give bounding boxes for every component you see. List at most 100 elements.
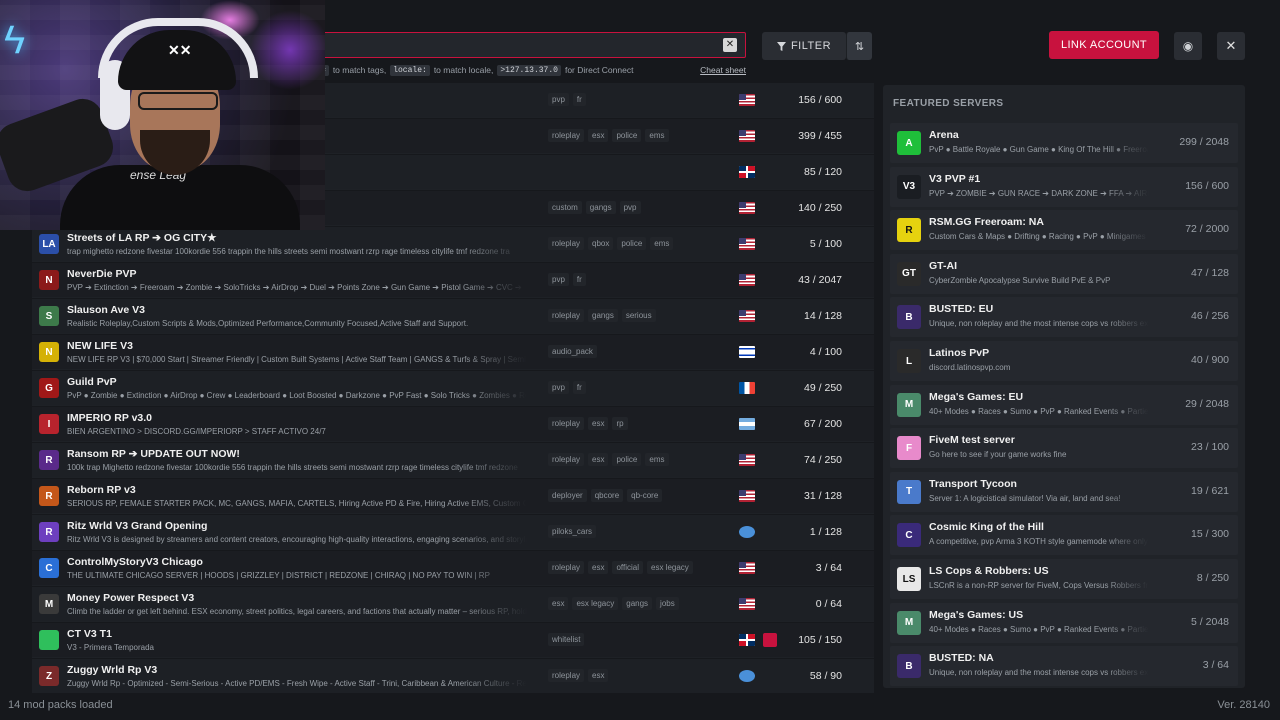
server-tag[interactable]: fr bbox=[572, 273, 586, 286]
server-tag[interactable]: esx bbox=[588, 561, 609, 574]
server-row[interactable]: R Ransom RP ➔ UPDATE OUT NOW! 100k trap Mi… bbox=[32, 443, 874, 478]
server-tag[interactable]: ems bbox=[650, 237, 674, 250]
featured-server-row[interactable]: M Mega's Games: US 40+ Modes ● Races ● Sum… bbox=[890, 602, 1238, 643]
server-tag[interactable]: roleplay bbox=[548, 417, 585, 430]
featured-server-row[interactable]: F FiveM test server Go here to see if your… bbox=[890, 428, 1238, 469]
server-tag[interactable]: esx bbox=[548, 597, 569, 610]
server-row[interactable]: C ControlMyStoryV3 Chicago THE ULTIMATE CH… bbox=[32, 551, 874, 586]
server-tag[interactable]: gangs bbox=[585, 201, 616, 214]
server-tag[interactable]: esx legacy bbox=[647, 561, 693, 574]
server-tag[interactable]: police bbox=[612, 453, 642, 466]
server-tag[interactable]: qb-core bbox=[627, 489, 663, 502]
server-tag[interactable]: esx legacy bbox=[572, 597, 619, 610]
featured-server-row[interactable]: A Arena PvP ● Battle Royale ● Gun Game ● K… bbox=[890, 123, 1238, 163]
server-row[interactable]: CT V3 T1 V3 - Primera Temporada whitelist 1… bbox=[32, 623, 874, 658]
featured-server-row[interactable]: C Cosmic King of the Hill A competitive, p… bbox=[890, 515, 1238, 556]
server-tag[interactable]: pvp bbox=[548, 273, 569, 286]
search-input[interactable] bbox=[319, 33, 745, 57]
server-tag[interactable]: ems bbox=[645, 129, 669, 142]
server-tag[interactable]: police bbox=[617, 237, 647, 250]
featured-server-row[interactable]: LS LS Cops & Robbers: US LSCnR is a non-RP… bbox=[890, 559, 1238, 599]
server-tag[interactable]: piloks_cars bbox=[548, 525, 597, 538]
server-tag[interactable]: roleplay bbox=[548, 309, 585, 322]
featured-server-row[interactable]: V3 V3 PVP #1 PVP ➔ ZOMBIE ➔ GUN RACE ➔ DAR… bbox=[890, 166, 1238, 207]
country-flag-icon bbox=[739, 94, 755, 106]
server-tag[interactable]: gangs bbox=[622, 597, 653, 610]
server-tag[interactable]: roleplay bbox=[548, 129, 585, 142]
server-row[interactable]: LA Streets of LA RP ➔ OG CITY★ trap mighet… bbox=[32, 227, 874, 262]
server-tag[interactable]: fr bbox=[572, 93, 586, 106]
server-row[interactable]: G Guild PvP PvP ● Zombie ● Extinction ● Ai… bbox=[32, 371, 874, 406]
server-tag[interactable]: whitelist bbox=[548, 633, 585, 646]
server-tag[interactable]: esx bbox=[588, 129, 609, 142]
server-tag[interactable]: qbcore bbox=[590, 489, 624, 502]
server-tag[interactable]: custom bbox=[548, 201, 582, 214]
webcam-glasses bbox=[138, 92, 218, 110]
server-tag[interactable]: esx bbox=[588, 417, 609, 430]
server-player-count: 49 / 250 bbox=[804, 382, 842, 394]
server-tag[interactable]: police bbox=[612, 129, 642, 142]
hint-ip-text: for Direct Connect bbox=[564, 65, 634, 75]
sort-button[interactable]: ⇅ bbox=[846, 32, 872, 60]
server-tag[interactable]: deployer bbox=[548, 489, 587, 502]
featured-server-row[interactable]: T Transport Tycoon Server 1: A logicistica… bbox=[890, 471, 1238, 512]
server-tags: roleplay esx official esx legacy bbox=[548, 561, 693, 574]
server-name: Slauson Ave V3 bbox=[67, 304, 146, 316]
server-tag[interactable]: roleplay bbox=[548, 453, 585, 466]
server-row[interactable]: N NeverDie PVP PVP ➔ Extinction ➔ Freeroam… bbox=[32, 263, 874, 298]
hint-locale-code: locale: bbox=[390, 64, 430, 76]
server-tag[interactable]: esx bbox=[588, 669, 609, 682]
server-row[interactable]: R Reborn RP v3 SERIOUS RP, FEMALE STARTER … bbox=[32, 479, 874, 514]
filter-icon bbox=[776, 41, 786, 51]
server-row[interactable]: S Slauson Ave V3 Realistic Roleplay,Custom… bbox=[32, 299, 874, 334]
featured-server-row[interactable]: GT GT-AI CyberZombie Apocalypse Survive Bu… bbox=[890, 253, 1238, 294]
server-row[interactable]: M Money Power Respect V3 Climb the ladder … bbox=[32, 587, 874, 622]
featured-server-name: FiveM test server bbox=[929, 434, 1015, 447]
country-flag-icon bbox=[739, 130, 755, 142]
server-tags: pvp fr bbox=[548, 93, 586, 106]
featured-server-row[interactable]: B BUSTED: EU Unique, non roleplay and the … bbox=[890, 297, 1238, 338]
server-tag[interactable]: audio_pack bbox=[548, 345, 597, 358]
filter-button[interactable]: FILTER bbox=[762, 32, 846, 60]
server-row[interactable]: R Ritz Wrld V3 Grand Opening Ritz Wrld V3 … bbox=[32, 515, 874, 550]
server-tag[interactable]: official bbox=[612, 561, 643, 574]
link-account-button[interactable]: LINK ACCOUNT bbox=[1049, 31, 1159, 59]
server-row[interactable]: N NEW LIFE V3 NEW LIFE RP V3 | $70,000 Sta… bbox=[32, 335, 874, 370]
server-tags: pvp fr bbox=[548, 381, 586, 394]
server-icon: I bbox=[39, 414, 59, 434]
server-tag[interactable]: fr bbox=[572, 381, 586, 394]
featured-server-name: GT-AI bbox=[929, 259, 957, 272]
settings-button[interactable]: ◉ bbox=[1174, 32, 1202, 60]
server-tags: custom gangs pvp bbox=[548, 201, 641, 214]
featured-server-row[interactable]: L Latinos PvP discord.latinospvp.com 40 / 9… bbox=[890, 341, 1238, 381]
country-flag-icon bbox=[739, 418, 755, 430]
search-box[interactable]: ✕ bbox=[318, 32, 746, 58]
server-tag[interactable]: ems bbox=[645, 453, 669, 466]
featured-server-player-count: 46 / 256 bbox=[1191, 310, 1229, 323]
country-flag-icon bbox=[739, 166, 755, 178]
cheat-sheet-link[interactable]: Cheat sheet bbox=[700, 65, 746, 75]
server-tag[interactable]: pvp bbox=[619, 201, 641, 214]
server-tag[interactable]: rp bbox=[612, 417, 628, 430]
server-tag[interactable]: qbox bbox=[588, 237, 614, 250]
server-tags: roleplay esx police ems bbox=[548, 453, 669, 466]
server-tag[interactable]: roleplay bbox=[548, 561, 585, 574]
server-tag[interactable]: gangs bbox=[588, 309, 618, 322]
featured-server-row[interactable]: M Mega's Games: EU 40+ Modes ● Races ● Sum… bbox=[890, 384, 1238, 425]
server-description: Ritz Wrld V3 is designed by streamers an… bbox=[67, 535, 527, 544]
server-tag[interactable]: esx bbox=[588, 453, 609, 466]
close-button[interactable]: ✕ bbox=[1217, 32, 1245, 60]
server-row[interactable]: Z Zuggy Wrld Rp V3 Zuggy Wrld Rp - Optimiz… bbox=[32, 659, 874, 693]
server-tag[interactable]: pvp bbox=[548, 93, 569, 106]
server-tag[interactable]: roleplay bbox=[548, 669, 585, 682]
featured-server-row[interactable]: R RSM.GG Freeroam: NA Custom Cars & Maps ●… bbox=[890, 210, 1238, 251]
server-tag[interactable]: serious bbox=[621, 309, 656, 322]
search-clear-icon[interactable]: ✕ bbox=[723, 38, 737, 52]
server-row[interactable]: I IMPERIO RP v3.0 BIEN ARGENTINO > DISCORD… bbox=[32, 407, 874, 442]
featured-server-row[interactable]: B BUSTED: NA Unique, non roleplay and the … bbox=[890, 646, 1238, 687]
server-tag[interactable]: roleplay bbox=[548, 237, 585, 250]
featured-server-player-count: 72 / 2000 bbox=[1185, 223, 1229, 236]
server-icon: LA bbox=[39, 234, 59, 254]
server-tag[interactable]: pvp bbox=[548, 381, 569, 394]
server-tag[interactable]: jobs bbox=[656, 597, 679, 610]
